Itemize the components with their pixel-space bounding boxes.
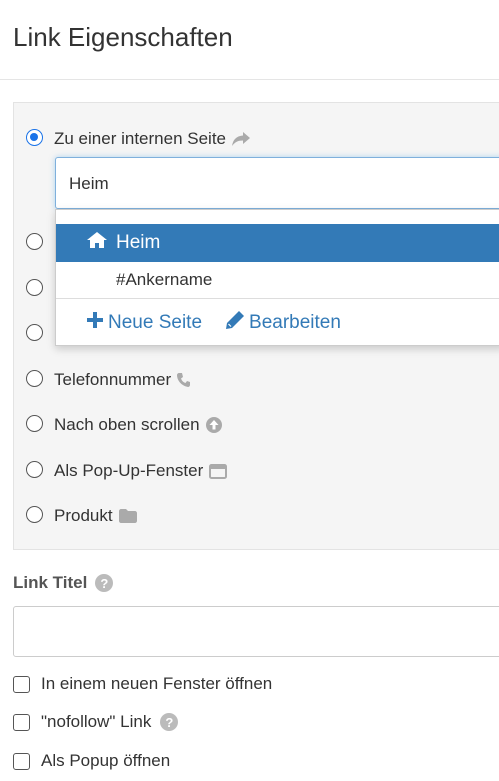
option-nofollow-label: "nofollow" Link <box>41 712 152 731</box>
radio-option-4[interactable] <box>26 324 43 341</box>
checkbox-new-window[interactable] <box>13 675 30 693</box>
option-product-label: Produkt <box>54 506 113 525</box>
radio-option-2[interactable] <box>26 233 43 250</box>
help-icon[interactable]: ? <box>160 713 179 731</box>
dropdown-divider <box>56 298 499 299</box>
new-page-button[interactable]: Neue Seite <box>87 311 202 335</box>
option-scroll-top[interactable]: Nach oben scrollen <box>54 415 222 435</box>
arrow-up-circle-icon <box>205 417 222 433</box>
phone-icon <box>177 373 191 387</box>
result-item-heim[interactable]: Heim <box>56 224 499 262</box>
option-new-window[interactable]: In einem neuen Fenster öffnen <box>13 674 272 694</box>
checkbox-nofollow[interactable] <box>13 713 30 731</box>
page-search-input[interactable]: Heim <box>55 157 499 209</box>
new-page-label: Neue Seite <box>108 312 203 333</box>
link-title-label-row: Link Titel ? <box>13 573 114 593</box>
result-item-heim-label: Heim <box>116 232 161 253</box>
link-title-input[interactable] <box>13 606 499 657</box>
result-item-anchor[interactable]: #Ankername <box>116 270 212 290</box>
checkbox-open-popup[interactable] <box>13 752 30 770</box>
option-nofollow[interactable]: "nofollow" Link ? <box>13 712 179 732</box>
plus-icon <box>87 312 103 334</box>
radio-internal-page[interactable] <box>26 129 43 146</box>
radio-scroll-top[interactable] <box>26 415 43 432</box>
option-phone-label: Telefonnummer <box>54 370 172 389</box>
pencil-icon <box>226 311 245 335</box>
option-phone[interactable]: Telefonnummer <box>54 370 191 390</box>
option-popup-window-label: Als Pop-Up-Fenster <box>54 461 204 480</box>
dialog-header: Link Eigenschaften <box>0 0 499 80</box>
window-icon <box>209 463 228 479</box>
option-internal-page-label: Zu einer internen Seite <box>54 129 226 148</box>
dialog-title: Link Eigenschaften <box>13 22 233 52</box>
edit-label: Bearbeiten <box>249 312 341 333</box>
home-icon <box>87 232 107 254</box>
option-new-window-label: In einem neuen Fenster öffnen <box>41 674 273 693</box>
share-icon <box>232 132 250 146</box>
dropdown-actions: Neue Seite Bearbeiten <box>87 311 341 335</box>
option-open-popup[interactable]: Als Popup öffnen <box>13 751 170 771</box>
radio-option-3[interactable] <box>26 279 43 296</box>
option-open-popup-label: Als Popup öffnen <box>41 751 171 770</box>
radio-popup-window[interactable] <box>26 461 43 478</box>
folder-icon <box>118 509 137 523</box>
option-scroll-top-label: Nach oben scrollen <box>54 415 200 434</box>
page-search-dropdown: Heim #Ankername Neue Seite Bearbeiten <box>55 209 499 346</box>
option-internal-page[interactable]: Zu einer internen Seite <box>54 129 250 149</box>
radio-product[interactable] <box>26 506 43 523</box>
radio-phone[interactable] <box>26 370 43 387</box>
option-product[interactable]: Produkt <box>54 506 137 526</box>
help-icon[interactable]: ? <box>95 574 114 592</box>
edit-button[interactable]: Bearbeiten <box>226 311 341 335</box>
option-popup-window[interactable]: Als Pop-Up-Fenster <box>54 461 228 481</box>
link-title-label: Link Titel <box>13 573 88 592</box>
page-search-value: Heim <box>69 174 109 193</box>
